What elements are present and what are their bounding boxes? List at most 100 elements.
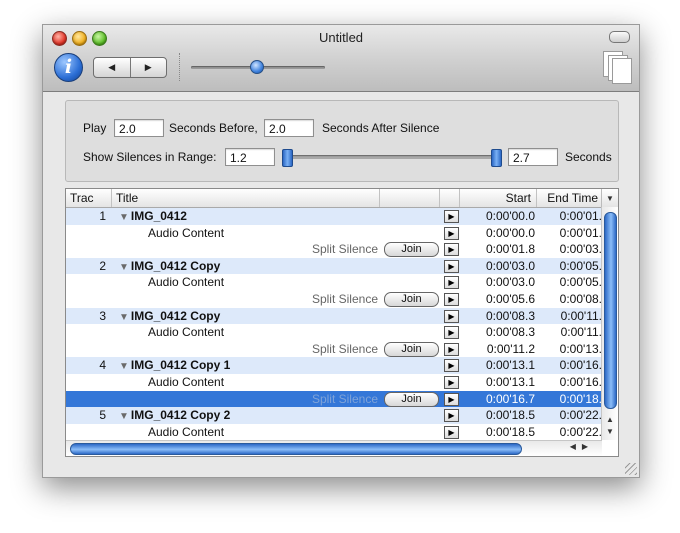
end-time: 0:00'11. [560, 308, 602, 323]
content-title: Audio Content [148, 225, 225, 240]
forward-arrow-icon[interactable]: ▶ [131, 58, 167, 77]
table-rows: 1 ▼ IMG_0412 ▶ 0:00'00.0 0:00'01. Audio Conten… [66, 208, 602, 441]
end-time: 0:00'18. [559, 391, 602, 406]
play-icon[interactable]: ▶ [444, 326, 459, 340]
column-header-blank[interactable] [380, 189, 440, 207]
play-icon[interactable]: ▶ [444, 226, 459, 240]
play-icon[interactable]: ▶ [444, 375, 459, 389]
content-title: Audio Content [148, 374, 225, 389]
column-header-title[interactable]: Title [112, 189, 380, 207]
play-icon[interactable]: ▶ [444, 392, 459, 406]
table-row[interactable]: Audio Content ▶ 0:00'18.5 0:00'22. [66, 423, 602, 441]
table-row[interactable]: Split Silence Join ▶ 0:00'11.2 0:00'13. [66, 340, 602, 358]
range-min-handle[interactable] [282, 149, 293, 167]
seconds-after-field[interactable]: 2.0 [264, 119, 314, 137]
end-time: 0:00'16. [559, 358, 602, 373]
track-title-text: IMG_0412 Copy [130, 308, 221, 323]
start-time: 0:00'00.0 [485, 209, 535, 223]
toolbar-slider-knob[interactable] [250, 60, 264, 74]
column-header-play[interactable] [440, 189, 460, 207]
document-icon[interactable] [601, 51, 632, 84]
play-icon[interactable]: ▶ [444, 425, 459, 439]
back-arrow-icon[interactable]: ◀ [94, 58, 131, 77]
column-menu-icon[interactable]: ▼ [601, 189, 618, 208]
table-row[interactable]: 3 ▼ IMG_0412 Copy ▶ 0:00'08.3 0:00'11. [66, 307, 602, 325]
silence-controls-panel: Play 2.0 Seconds Before, 2.0 Seconds Aft… [65, 100, 619, 182]
start-time: 0:00'13.1 [485, 374, 535, 389]
app-window: Untitled i ◀ ▶ Play 2.0 Seconds Before, … [42, 24, 640, 478]
horizontal-scrollbar[interactable]: ◀▶ [66, 440, 602, 456]
table-row[interactable]: 1 ▼ IMG_0412 ▶ 0:00'00.0 0:00'01. [66, 208, 602, 225]
range-unit-label: Seconds [565, 150, 612, 164]
start-time: 0:00'08.3 [485, 308, 535, 323]
table-row[interactable]: Audio Content ▶ 0:00'13.1 0:00'16. [66, 373, 602, 391]
track-number: 3 [99, 308, 106, 323]
table-row[interactable]: 5 ▼ IMG_0412 Copy 2 ▶ 0:00'18.5 0:00'22. [66, 407, 602, 424]
table-row[interactable]: 4 ▼ IMG_0412 Copy 1 ▶ 0:00'13.1 0:00'16. [66, 357, 602, 374]
scroll-down-icon[interactable]: ▼ [602, 426, 618, 438]
table-row[interactable]: Audio Content ▶ 0:00'03.0 0:00'05. [66, 274, 602, 291]
disclosure-triangle-icon[interactable]: ▼ [119, 359, 129, 374]
track-title: ▼ IMG_0412 Copy [119, 308, 439, 325]
resize-grip-icon[interactable] [625, 463, 637, 475]
horizontal-scroll-arrows[interactable]: ◀▶ [570, 442, 594, 451]
start-time: 0:00'00.0 [485, 225, 535, 240]
play-icon[interactable]: ▶ [444, 292, 459, 306]
seconds-after-label: Seconds After Silence [322, 121, 440, 135]
end-time: 0:00'01. [559, 225, 602, 240]
disclosure-triangle-icon[interactable]: ▼ [119, 260, 129, 275]
disclosure-triangle-icon[interactable]: ▼ [119, 210, 129, 225]
scroll-right-icon[interactable]: ▶ [582, 442, 594, 451]
play-icon[interactable]: ▶ [444, 359, 459, 373]
vertical-scroll-thumb[interactable] [604, 212, 617, 409]
track-title: ▼ IMG_0412 [119, 208, 439, 225]
table-row[interactable]: Split Silence Join ▶ 0:00'01.8 0:00'03. [66, 241, 602, 258]
play-icon[interactable]: ▶ [444, 276, 459, 290]
range-max-field[interactable]: 2.7 [508, 148, 558, 166]
table-row[interactable]: Audio Content ▶ 0:00'08.3 0:00'11. [66, 324, 602, 341]
table-row[interactable]: Audio Content ▶ 0:00'00.0 0:00'01. [66, 224, 602, 242]
column-header-end-time[interactable]: End Time [537, 189, 602, 207]
vertical-scroll-arrows[interactable]: ▲ ▼ [602, 414, 618, 438]
range-min-field[interactable]: 1.2 [225, 148, 275, 166]
end-time: 0:00'22. [559, 424, 602, 439]
table-row[interactable]: Split Silence Join ▶ 0:00'05.6 0:00'08. [66, 290, 602, 308]
range-max-handle[interactable] [491, 149, 502, 167]
start-time: 0:00'05.6 [485, 291, 535, 306]
table-row[interactable]: Split Silence Join ▶ 0:00'16.7 0:00'18. [66, 390, 602, 408]
disclosure-triangle-icon[interactable]: ▼ [119, 310, 129, 325]
toolbar-toggle-button[interactable] [609, 31, 630, 43]
horizontal-scroll-thumb[interactable] [70, 443, 522, 455]
track-title-text: IMG_0412 Copy 2 [130, 408, 231, 423]
seconds-before-field[interactable]: 2.0 [114, 119, 164, 137]
table-row[interactable]: 2 ▼ IMG_0412 Copy ▶ 0:00'03.0 0:00'05. [66, 257, 602, 275]
info-icon[interactable]: i [54, 53, 83, 82]
join-button[interactable]: Join [384, 242, 439, 258]
range-label: Show Silences in Range: [83, 150, 217, 164]
scroll-up-icon[interactable]: ▲ [602, 414, 618, 426]
column-header-start[interactable]: Start [460, 189, 537, 207]
join-button[interactable]: Join [384, 341, 439, 357]
start-time: 0:00'18.5 [485, 408, 535, 423]
scroll-left-icon[interactable]: ◀ [570, 442, 582, 451]
track-number: 4 [99, 358, 106, 373]
play-label: Play [83, 121, 107, 135]
play-icon[interactable]: ▶ [444, 309, 459, 323]
start-time: 0:00'16.7 [485, 391, 535, 406]
column-header-track[interactable]: Trac [66, 189, 112, 207]
join-button[interactable]: Join [384, 291, 439, 307]
play-icon[interactable]: ▶ [444, 409, 459, 423]
play-icon[interactable]: ▶ [444, 259, 459, 273]
play-icon[interactable]: ▶ [444, 243, 459, 257]
start-time: 0:00'13.1 [485, 358, 535, 373]
join-button[interactable]: Join [384, 391, 439, 407]
toolbar-separator [179, 53, 180, 81]
end-time: 0:00'08. [559, 291, 602, 306]
table-header: Trac Title Start End Time [66, 189, 602, 208]
play-icon[interactable]: ▶ [444, 342, 459, 356]
navigation-segmented-control: ◀ ▶ [93, 57, 167, 78]
vertical-scrollbar[interactable]: ▲ ▼ [601, 207, 618, 440]
disclosure-triangle-icon[interactable]: ▼ [119, 409, 129, 424]
range-slider-track[interactable] [290, 155, 500, 159]
play-icon[interactable]: ▶ [444, 210, 459, 223]
